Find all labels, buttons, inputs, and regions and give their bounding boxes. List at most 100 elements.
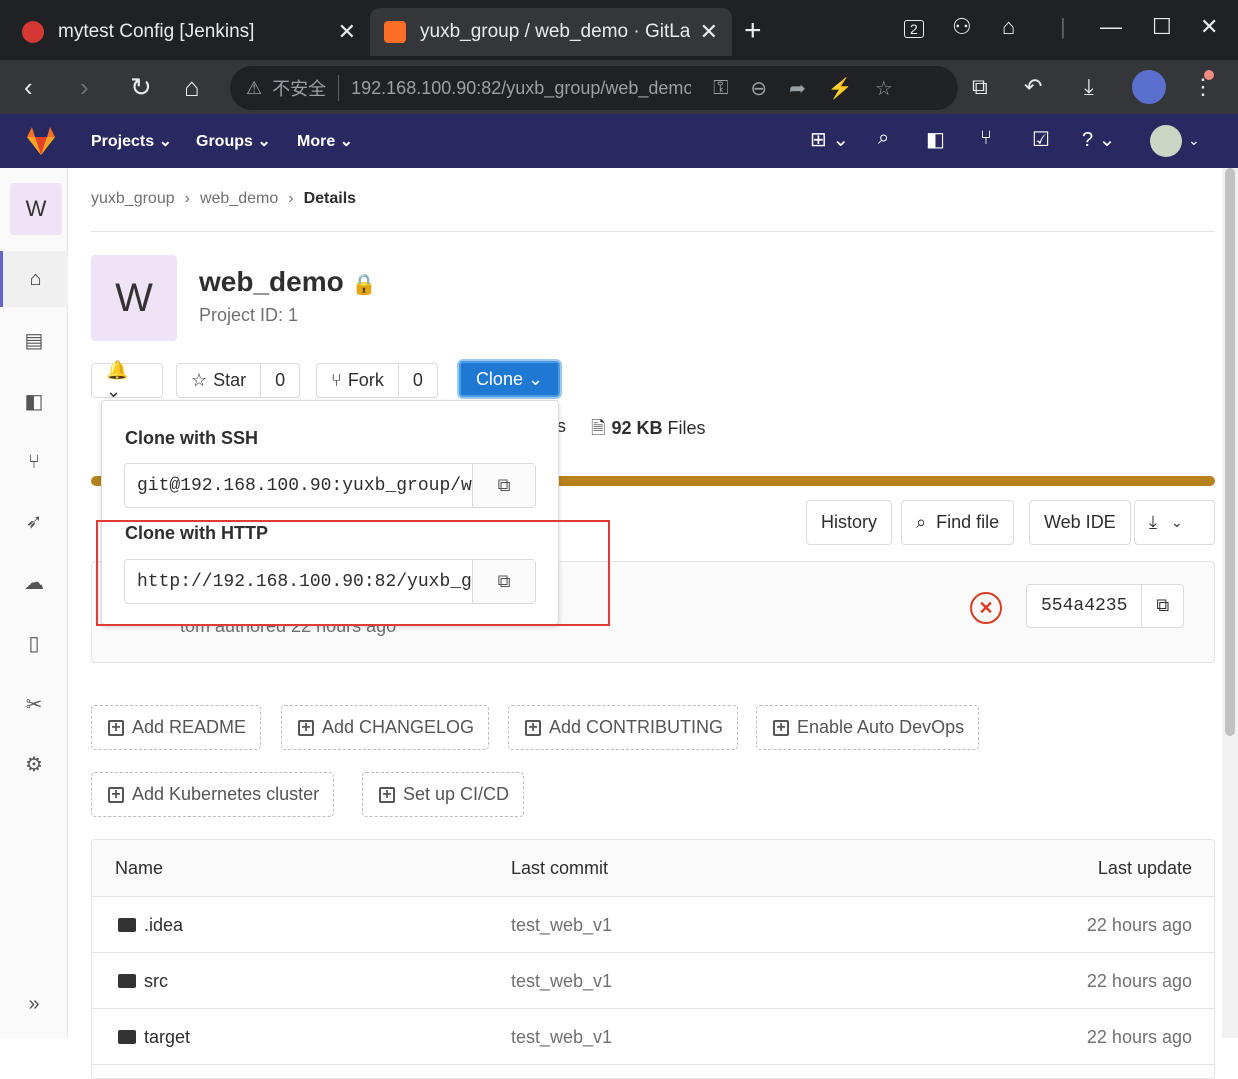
folder-icon	[118, 918, 136, 932]
star-count[interactable]: 0	[260, 364, 299, 397]
col-name: Name	[115, 858, 164, 878]
download-button[interactable]: ⤓ ⌄	[1134, 500, 1215, 545]
user-avatar[interactable]	[1150, 125, 1182, 157]
file-icon: 🗎	[591, 418, 606, 438]
clone-button[interactable]: Clone ⌄	[459, 361, 560, 397]
reload-icon[interactable]: ↻	[130, 72, 152, 103]
jenkins-icon	[22, 21, 44, 43]
project-avatar: W	[91, 255, 177, 341]
ssh-url-input[interactable]: git@192.168.100.90:yuxb_group/web_demo.g…	[125, 476, 472, 496]
forward-icon[interactable]: ›	[80, 72, 89, 103]
chevron-down-icon[interactable]: ⌄	[1188, 132, 1200, 149]
file-table: Name Last commit Last update .idea test_…	[91, 839, 1215, 1079]
issues-icon[interactable]: ◧	[0, 373, 68, 429]
history-back-icon[interactable]: ↶	[1024, 74, 1042, 100]
search-icon[interactable]: ⌕	[878, 127, 889, 150]
fork-count[interactable]: 0	[397, 364, 437, 397]
search-icon: ⌕	[916, 512, 927, 532]
tab-title: mytest Config [Jenkins]	[58, 21, 255, 42]
close-tab-icon[interactable]: ✕	[338, 19, 356, 45]
col-last-update: Last update	[1097, 858, 1192, 878]
key-icon[interactable]: ⚿	[713, 77, 728, 100]
close-tab-icon[interactable]: ✕	[700, 19, 718, 45]
help-icon[interactable]: ? ⌄	[1082, 127, 1115, 152]
vertical-scrollbar[interactable]	[1222, 168, 1238, 1038]
gitlab-icon	[384, 21, 406, 43]
star-icon: ☆	[191, 370, 208, 390]
maximize-icon[interactable]: ☐	[1152, 14, 1172, 40]
close-window-icon[interactable]: ✕	[1200, 14, 1218, 40]
setup-cicd-button[interactable]: + Set up CI/CD	[362, 772, 525, 817]
merge-request-icon[interactable]: ⑂	[980, 127, 992, 150]
copy-http-icon[interactable]: ⧉	[472, 560, 535, 603]
star-bookmark-icon[interactable]: ☆	[875, 76, 893, 101]
tab-gitlab[interactable]: yuxb_group / web_demo · GitLab ✕	[370, 8, 732, 56]
scrollbar-thumb[interactable]	[1225, 168, 1235, 736]
home-icon[interactable]: ⌂	[0, 251, 68, 307]
security-label: 不安全	[272, 75, 340, 101]
plus-square-icon[interactable]: ⊞ ⌄	[810, 127, 849, 152]
add-readme-button[interactable]: + Add README	[91, 705, 262, 750]
breadcrumb-group[interactable]: yuxb_group	[91, 190, 175, 207]
add-kubernetes-button[interactable]: + Add Kubernetes cluster	[91, 772, 335, 817]
pipeline-failed-icon[interactable]: ✕	[970, 592, 1002, 624]
home-icon[interactable]: ⌂	[184, 72, 200, 103]
omnibox[interactable]: ⚠ 不安全 192.168.100.90:82/yuxb_group/web_d…	[230, 66, 958, 110]
tab-title: yuxb_group / web_demo · GitLab	[420, 21, 690, 42]
extension-icon[interactable]: ⌂	[1002, 14, 1015, 40]
tab-search-icon[interactable]: 2	[904, 20, 924, 38]
nav-more[interactable]: More ⌄	[297, 131, 353, 151]
http-url-input[interactable]: http://192.168.100.90:82/yuxb_group/web_…	[125, 572, 472, 592]
table-row[interactable]: .idea test_web_v1 22 hours ago	[92, 897, 1214, 953]
history-button[interactable]: History	[806, 500, 893, 545]
copy-ssh-icon[interactable]: ⧉	[472, 464, 535, 507]
profile-avatar[interactable]	[1132, 70, 1166, 104]
minimize-icon[interactable]: —	[1100, 14, 1122, 40]
wiki-icon[interactable]: ▯	[0, 615, 68, 671]
tab-jenkins[interactable]: mytest Config [Jenkins] ✕	[8, 8, 370, 56]
rocket-icon[interactable]: ➶	[0, 493, 68, 549]
notification-button[interactable]: 🔔 ⌄	[91, 360, 163, 401]
breadcrumb-project[interactable]: web_demo	[200, 190, 278, 207]
url-text[interactable]: 192.168.100.90:82/yuxb_group/web_demo	[351, 78, 691, 99]
scissors-icon[interactable]: ✂	[0, 676, 68, 732]
repository-icon[interactable]: ▤	[0, 312, 68, 368]
add-contributing-button[interactable]: + Add CONTRIBUTING	[508, 705, 739, 750]
extensions-icon[interactable]: ⧉	[972, 74, 988, 100]
cloud-icon[interactable]: ☁	[0, 554, 68, 610]
merge-requests-icon[interactable]: ⑂	[0, 434, 68, 490]
new-tab-button[interactable]: +	[744, 14, 762, 48]
add-changelog-button[interactable]: + Add CHANGELOG	[281, 705, 490, 750]
files-stat[interactable]: 🗎 92 KB Files	[591, 416, 706, 446]
star-button[interactable]: ☆ Star 0	[176, 363, 301, 398]
sidebar-project-avatar[interactable]: W	[10, 183, 62, 235]
breadcrumb-current[interactable]: Details	[304, 190, 356, 207]
project-title: web_demo 🔒	[199, 266, 377, 297]
todo-icon[interactable]: ☑	[1032, 127, 1050, 152]
zoom-out-icon[interactable]: ⊖	[750, 76, 767, 101]
fork-button[interactable]: ⑂ Fork 0	[316, 363, 438, 398]
table-row[interactable]: target test_web_v1 22 hours ago	[92, 1009, 1214, 1065]
download-icon[interactable]: ⤓	[1084, 74, 1094, 100]
incognito-icon[interactable]: ⚇	[952, 14, 972, 40]
share-icon[interactable]: ➦	[789, 76, 806, 101]
clone-ssh-field[interactable]: git@192.168.100.90:yuxb_group/web_demo.g…	[124, 463, 536, 508]
settings-icon[interactable]: ⚙	[0, 736, 68, 792]
enable-auto-devops-button[interactable]: + Enable Auto DevOps	[756, 705, 980, 750]
web-ide-button[interactable]: Web IDE	[1029, 500, 1131, 545]
gitlab-logo-icon[interactable]	[24, 124, 58, 158]
collapse-sidebar-icon[interactable]: »	[0, 976, 68, 1032]
copy-icon[interactable]: ⧉	[1141, 585, 1183, 627]
find-file-button[interactable]: ⌕ Find file	[901, 500, 1015, 545]
back-icon[interactable]: ‹	[24, 72, 33, 103]
breadcrumb: yuxb_group › web_demo › Details	[91, 190, 357, 207]
table-row[interactable]: src test_web_v1 22 hours ago	[92, 953, 1214, 1009]
clone-http-field[interactable]: http://192.168.100.90:82/yuxb_group/web_…	[124, 559, 536, 604]
nav-groups[interactable]: Groups ⌄	[196, 131, 271, 151]
lock-icon: 🔒	[351, 274, 377, 296]
issues-icon[interactable]: ◧	[926, 127, 945, 152]
bolt-icon[interactable]: ⚡	[828, 76, 853, 101]
commit-sha[interactable]: 554a4235 ⧉	[1026, 584, 1185, 628]
nav-projects[interactable]: Projects ⌄	[91, 131, 172, 151]
update-badge	[1204, 70, 1214, 80]
